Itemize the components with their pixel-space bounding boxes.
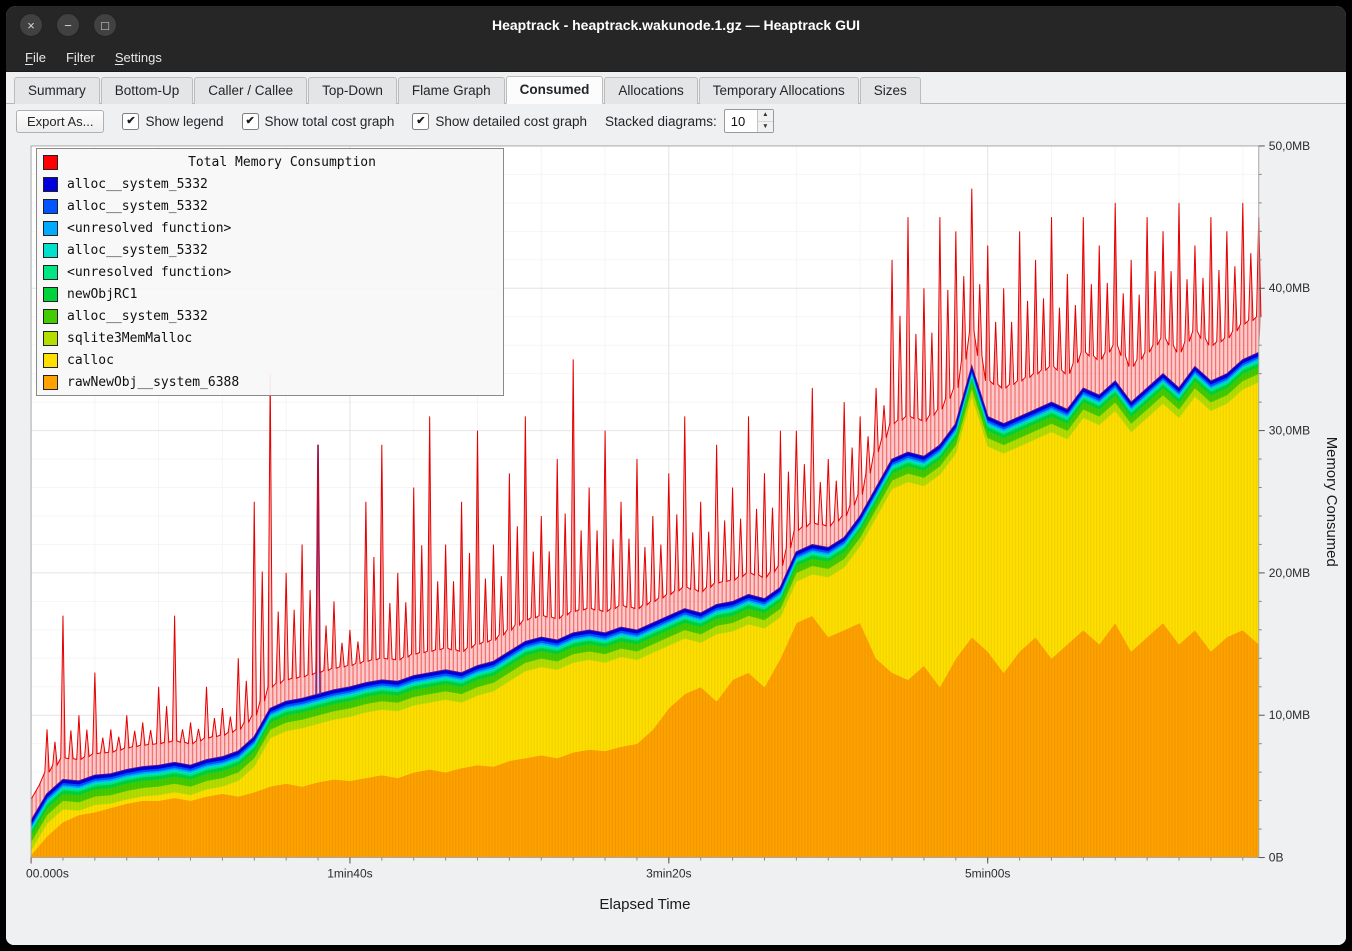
legend-item-label: rawNewObj__system_6388 <box>67 375 239 390</box>
legend-item: alloc__system_5332 <box>43 239 497 261</box>
legend-item: alloc__system_5332 <box>43 305 497 327</box>
checkbox-mark: ✔ <box>242 113 259 130</box>
legend-swatch <box>43 155 58 170</box>
legend-item: newObjRC1 <box>43 283 497 305</box>
y-tick-label: 0B <box>1269 851 1284 865</box>
checkbox-mark: ✔ <box>412 113 429 130</box>
window-controls: ×−□ <box>19 13 117 37</box>
checkbox-show-total-cost-graph[interactable]: ✔ Show total cost graph <box>242 113 395 130</box>
y-tick-label: 20,0MB <box>1269 566 1310 580</box>
legend-item: rawNewObj__system_6388 <box>43 371 497 393</box>
legend-item-label: <unresolved function> <box>67 265 231 280</box>
spin-down-button[interactable]: ▼ <box>758 121 773 133</box>
legend-item-label: newObjRC1 <box>67 287 137 302</box>
checkbox-mark: ✔ <box>122 113 139 130</box>
legend-item-label: alloc__system_5332 <box>67 243 208 258</box>
checkbox-show-detailed-cost-graph[interactable]: ✔ Show detailed cost graph <box>412 113 587 130</box>
legend-item-label: alloc__system_5332 <box>67 177 208 192</box>
legend-swatch <box>43 221 58 236</box>
x-tick-label: 1min40s <box>327 866 372 880</box>
stacked-diagrams-value[interactable]: 10 <box>725 110 757 132</box>
legend-item: <unresolved function> <box>43 261 497 283</box>
export-as-button[interactable]: Export As... <box>16 110 104 133</box>
x-tick-label: 00.000s <box>26 866 69 880</box>
legend-swatch <box>43 331 58 346</box>
y-tick-label: 10,0MB <box>1269 708 1310 722</box>
menu-bar: FileFilterSettings <box>6 44 1346 72</box>
tab-flame-graph[interactable]: Flame Graph <box>398 77 505 104</box>
tab-temporary-allocations[interactable]: Temporary Allocations <box>699 77 859 104</box>
tab-bar: SummaryBottom-UpCaller / CalleeTop-DownF… <box>6 72 1346 104</box>
toolbar: Export As... ✔ Show legend ✔ Show total cos… <box>6 104 1346 138</box>
y-tick-label: 40,0MB <box>1269 281 1310 295</box>
menu-file[interactable]: File <box>16 47 55 68</box>
window: ×−□ Heaptrack - heaptrack.wakunode.1.gz … <box>6 6 1346 945</box>
y-axis-title: Memory Consumed <box>1323 437 1340 567</box>
checkbox-label: Show total cost graph <box>265 114 395 129</box>
legend-item-label: alloc__system_5332 <box>67 309 208 324</box>
legend-swatch <box>43 287 58 302</box>
legend-swatch <box>43 353 58 368</box>
title-bar[interactable]: ×−□ Heaptrack - heaptrack.wakunode.1.gz … <box>6 6 1346 44</box>
window-title: Heaptrack - heaptrack.wakunode.1.gz — He… <box>6 17 1346 33</box>
legend-item: sqlite3MemMalloc <box>43 327 497 349</box>
legend-swatch <box>43 309 58 324</box>
chart-legend: Total Memory Consumption alloc__system_53… <box>36 148 504 396</box>
legend-item: calloc <box>43 349 497 371</box>
stacked-diagrams-spinbox[interactable]: 10 ▲ ▼ <box>724 109 774 133</box>
minimize-button[interactable]: − <box>56 13 80 37</box>
menu-settings[interactable]: Settings <box>106 47 171 68</box>
x-axis-title: Elapsed Time <box>599 896 690 913</box>
toolbar-checkboxes: ✔ Show legend ✔ Show total cost graph ✔ Show … <box>122 113 587 130</box>
spin-buttons: ▲ ▼ <box>757 110 773 132</box>
legend-swatch <box>43 199 58 214</box>
menu-filter[interactable]: Filter <box>57 47 104 68</box>
legend-item: alloc__system_5332 <box>43 195 497 217</box>
maximize-button[interactable]: □ <box>93 13 117 37</box>
tab-bottom-up[interactable]: Bottom-Up <box>101 77 194 104</box>
x-tick-label: 3min20s <box>646 866 691 880</box>
legend-item-label: alloc__system_5332 <box>67 199 208 214</box>
legend-swatch <box>43 375 58 390</box>
tab-caller-callee[interactable]: Caller / Callee <box>194 77 307 104</box>
legend-header: Total Memory Consumption <box>43 151 497 173</box>
legend-swatch <box>43 177 58 192</box>
tab-top-down[interactable]: Top-Down <box>308 77 397 104</box>
legend-swatch <box>43 265 58 280</box>
legend-item-label: <unresolved function> <box>67 221 231 236</box>
checkbox-label: Show detailed cost graph <box>435 114 587 129</box>
tab-summary[interactable]: Summary <box>14 77 100 104</box>
y-tick-label: 50,0MB <box>1269 139 1310 153</box>
spin-up-button[interactable]: ▲ <box>758 110 773 121</box>
legend-item-label: sqlite3MemMalloc <box>67 331 192 346</box>
tab-consumed[interactable]: Consumed <box>506 76 604 104</box>
y-tick-label: 30,0MB <box>1269 424 1310 438</box>
stacked-diagrams-label: Stacked diagrams: <box>605 114 717 129</box>
checkbox-label: Show legend <box>145 114 223 129</box>
legend-item: <unresolved function> <box>43 217 497 239</box>
legend-item: alloc__system_5332 <box>43 173 497 195</box>
legend-swatch <box>43 243 58 258</box>
tab-sizes[interactable]: Sizes <box>860 77 921 104</box>
checkbox-show-legend[interactable]: ✔ Show legend <box>122 113 223 130</box>
x-tick-label: 5min00s <box>965 866 1010 880</box>
tab-allocations[interactable]: Allocations <box>604 77 697 104</box>
close-button[interactable]: × <box>19 13 43 37</box>
chart-area: 00.000s 1min40s 3min20s 5min00s 0B 10,0MB 20,0… <box>6 138 1346 945</box>
legend-title: Total Memory Consumption <box>67 155 497 170</box>
stacked-diagrams-control: Stacked diagrams: 10 ▲ ▼ <box>605 109 774 133</box>
legend-item-label: calloc <box>67 353 114 368</box>
